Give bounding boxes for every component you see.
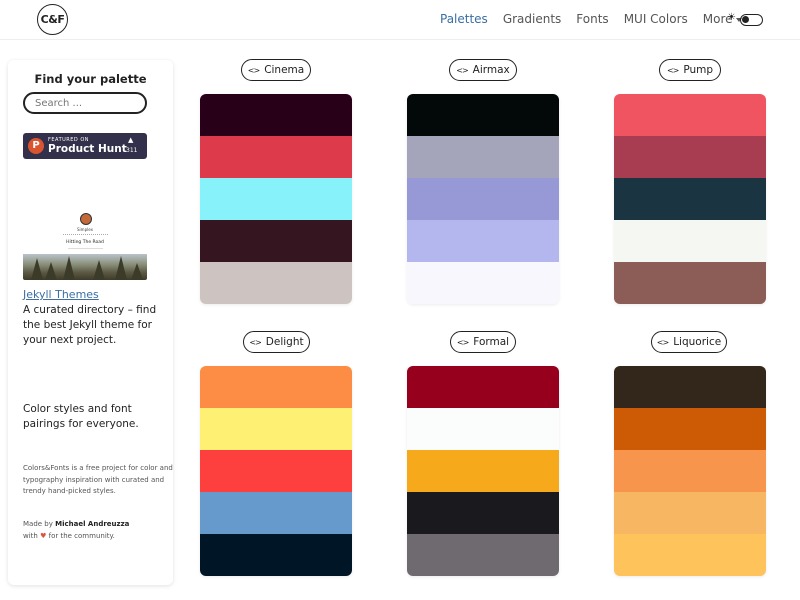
palette-name: Cinema (264, 64, 305, 76)
upvote-count: 311 (126, 147, 138, 154)
color-swatch[interactable] (407, 408, 559, 450)
palette-swatches-delight[interactable] (200, 366, 352, 576)
color-swatch[interactable] (407, 534, 559, 576)
product-hunt-logo-icon: P (28, 138, 44, 154)
top-navbar: C&F Palettes Gradients Fonts MUI Colors … (0, 0, 800, 40)
toggle-knob (742, 16, 749, 23)
product-hunt-badge[interactable]: P FEATURED ON Product Hunt ▲ 311 (23, 133, 147, 159)
sun-icon: ☀ (727, 12, 736, 23)
color-swatch[interactable] (614, 136, 766, 178)
color-swatch[interactable] (200, 178, 352, 220)
color-swatch[interactable] (614, 534, 766, 576)
palette-button-formal[interactable]: <> Formal (450, 331, 516, 353)
palette-swatches-pump[interactable] (614, 94, 766, 304)
palette-name: Formal (473, 336, 510, 348)
tree-shape (63, 256, 75, 280)
tree-shape (45, 262, 57, 280)
palette-button-airmax[interactable]: <> Airmax (449, 59, 517, 81)
sidebar: Find your palette P FEATURED ON Product … (8, 60, 173, 585)
color-swatch[interactable] (200, 492, 352, 534)
color-swatch[interactable] (407, 136, 559, 178)
thumb-nav-links (63, 234, 108, 236)
color-swatch[interactable] (614, 366, 766, 408)
tree-shape (93, 260, 105, 280)
code-icon: <> (656, 337, 669, 347)
color-swatch[interactable] (200, 534, 352, 576)
color-swatch[interactable] (407, 262, 559, 304)
palette-button-liquorice[interactable]: <> Liquorice (651, 331, 727, 353)
color-swatch[interactable] (200, 136, 352, 178)
palette-swatches-cinema[interactable] (200, 94, 352, 304)
nav-mui-colors[interactable]: MUI Colors (624, 12, 688, 26)
made-prefix: Made by (23, 520, 53, 528)
palette-button-pump[interactable]: <> Pump (659, 59, 721, 81)
color-swatch[interactable] (407, 178, 559, 220)
code-icon: <> (249, 337, 261, 347)
product-hunt-label: Product Hunt (48, 143, 127, 155)
code-icon: <> (247, 65, 260, 75)
nav-fonts[interactable]: Fonts (576, 12, 608, 26)
jekyll-themes-link[interactable]: Jekyll Themes (23, 288, 99, 301)
thumb-site-name: Simplex (77, 227, 93, 232)
color-swatch[interactable] (200, 366, 352, 408)
thumb-avatar (80, 213, 92, 225)
tree-shape (131, 263, 143, 280)
palette-name: Liquorice (673, 336, 722, 348)
palette-name: Delight (265, 336, 304, 348)
color-swatch[interactable] (407, 94, 559, 136)
color-swatch[interactable] (614, 450, 766, 492)
color-swatch[interactable] (407, 492, 559, 534)
tree-shape (31, 258, 43, 280)
color-swatch[interactable] (200, 408, 352, 450)
jekyll-theme-thumbnail[interactable]: Simplex Hitting The Road (23, 210, 147, 280)
palette-button-delight[interactable]: <> Delight (243, 331, 310, 353)
site-logo[interactable]: C&F (37, 4, 68, 35)
color-swatch[interactable] (200, 94, 352, 136)
tree-shape (115, 256, 127, 280)
about-text: Colors&Fonts is a free project for color… (23, 464, 173, 495)
color-swatch[interactable] (614, 262, 766, 304)
made-by-text: Made by Michael Andreuzza with ♥ for the … (23, 519, 173, 542)
color-swatch[interactable] (200, 262, 352, 304)
color-swatch[interactable] (614, 178, 766, 220)
made-with: with (23, 531, 38, 540)
palette-name: Pump (683, 64, 714, 76)
palette-name: Airmax (472, 64, 510, 76)
thumb-post-title: Hitting The Road (66, 240, 104, 245)
main-nav: Palettes Gradients Fonts MUI Colors More (440, 12, 757, 26)
upvote-icon: ▲ (128, 136, 134, 144)
author-link[interactable]: Michael Andreuzza (55, 520, 129, 528)
palette-swatches-liquorice[interactable] (614, 366, 766, 576)
color-swatch[interactable] (614, 492, 766, 534)
code-icon: <> (456, 65, 468, 75)
sidebar-tagline: Color styles and font pairings for every… (23, 403, 139, 430)
color-swatch[interactable] (407, 220, 559, 262)
color-swatch[interactable] (614, 408, 766, 450)
theme-toggle[interactable] (740, 14, 763, 26)
color-swatch[interactable] (200, 220, 352, 262)
color-swatch[interactable] (614, 94, 766, 136)
code-icon: <> (666, 65, 679, 75)
nav-palettes[interactable]: Palettes (440, 12, 488, 26)
code-icon: <> (456, 337, 469, 347)
thumb-divider (68, 248, 103, 249)
nav-gradients[interactable]: Gradients (503, 12, 561, 26)
jekyll-description: A curated directory – find the best Jeky… (23, 304, 157, 346)
color-swatch[interactable] (200, 450, 352, 492)
sidebar-title: Find your palette (34, 72, 147, 86)
made-suffix: for the community. (48, 531, 115, 540)
search-input[interactable] (23, 92, 147, 114)
palette-button-cinema[interactable]: <> Cinema (241, 59, 311, 81)
palette-swatches-airmax[interactable] (407, 94, 559, 304)
color-swatch[interactable] (407, 366, 559, 408)
color-swatch[interactable] (614, 220, 766, 262)
color-swatch[interactable] (407, 450, 559, 492)
thumb-forest-image (23, 254, 147, 280)
palette-swatches-formal[interactable] (407, 366, 559, 576)
heart-icon: ♥ (40, 531, 47, 540)
